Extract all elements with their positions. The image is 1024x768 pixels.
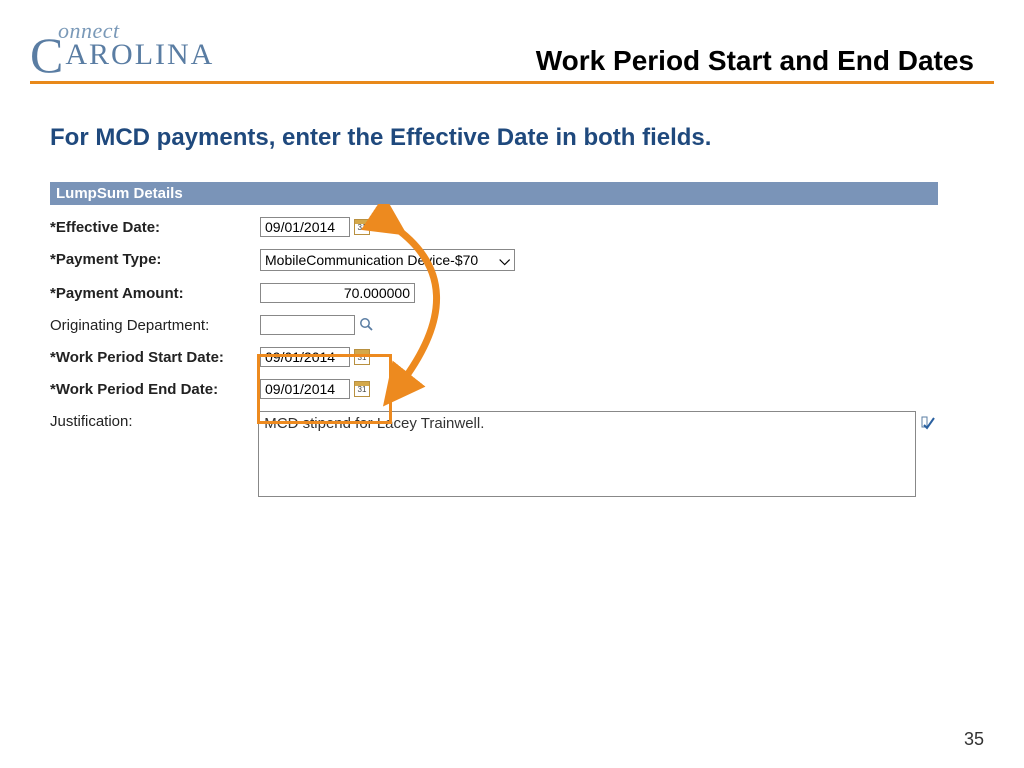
logo-bottom-text: CAROLINA (30, 38, 214, 73)
slide-header: onnect CAROLINA Work Period Start and En… (0, 0, 1024, 73)
page-number: 35 (964, 729, 984, 750)
payment-type-value: MobileCommunication Device-$70 (265, 252, 478, 268)
label-wp-start: *Work Period Start Date: (50, 347, 260, 366)
payment-amount-input[interactable] (260, 283, 415, 303)
label-justification: Justification: (50, 411, 258, 430)
instruction-text: For MCD payments, enter the Effective Da… (50, 124, 1024, 152)
row-payment-type: *Payment Type: MobileCommunication Devic… (50, 249, 938, 271)
effective-date-input[interactable] (260, 217, 350, 237)
label-payment-amount: *Payment Amount: (50, 283, 260, 302)
row-orig-dept: Originating Department: (50, 315, 938, 335)
row-justification: Justification: (50, 411, 938, 497)
calendar-icon[interactable]: 31 (354, 349, 370, 365)
row-wp-start: *Work Period Start Date: 31 (50, 347, 938, 367)
connect-carolina-logo: onnect CAROLINA (30, 18, 214, 73)
wp-end-input[interactable] (260, 379, 350, 399)
row-wp-end: *Work Period End Date: 31 (50, 379, 938, 399)
row-payment-amount: *Payment Amount: (50, 283, 938, 303)
spellcheck-icon[interactable] (920, 413, 938, 431)
justification-textarea[interactable] (258, 411, 916, 497)
label-payment-type: *Payment Type: (50, 249, 260, 268)
label-wp-end: *Work Period End Date: (50, 379, 260, 398)
logo-big-c: C (30, 38, 65, 73)
lookup-icon[interactable] (359, 317, 374, 336)
page-title: Work Period Start and End Dates (536, 45, 974, 77)
calendar-icon[interactable]: 31 (354, 381, 370, 397)
lumpsum-form: LumpSum Details *Effective Date: 31 *Pay… (50, 182, 938, 497)
section-header: LumpSum Details (50, 182, 938, 205)
logo-bottom-span: AROLINA (65, 38, 214, 71)
label-orig-dept: Originating Department: (50, 315, 260, 334)
row-effective-date: *Effective Date: 31 (50, 217, 938, 237)
wp-start-input[interactable] (260, 347, 350, 367)
chevron-down-icon: ⌵ (499, 252, 510, 269)
calendar-icon[interactable]: 31 (354, 219, 370, 235)
orig-dept-input[interactable] (260, 315, 355, 335)
header-divider (30, 81, 994, 84)
payment-type-select[interactable]: MobileCommunication Device-$70 ⌵ (260, 249, 515, 271)
label-effective-date: *Effective Date: (50, 217, 260, 236)
